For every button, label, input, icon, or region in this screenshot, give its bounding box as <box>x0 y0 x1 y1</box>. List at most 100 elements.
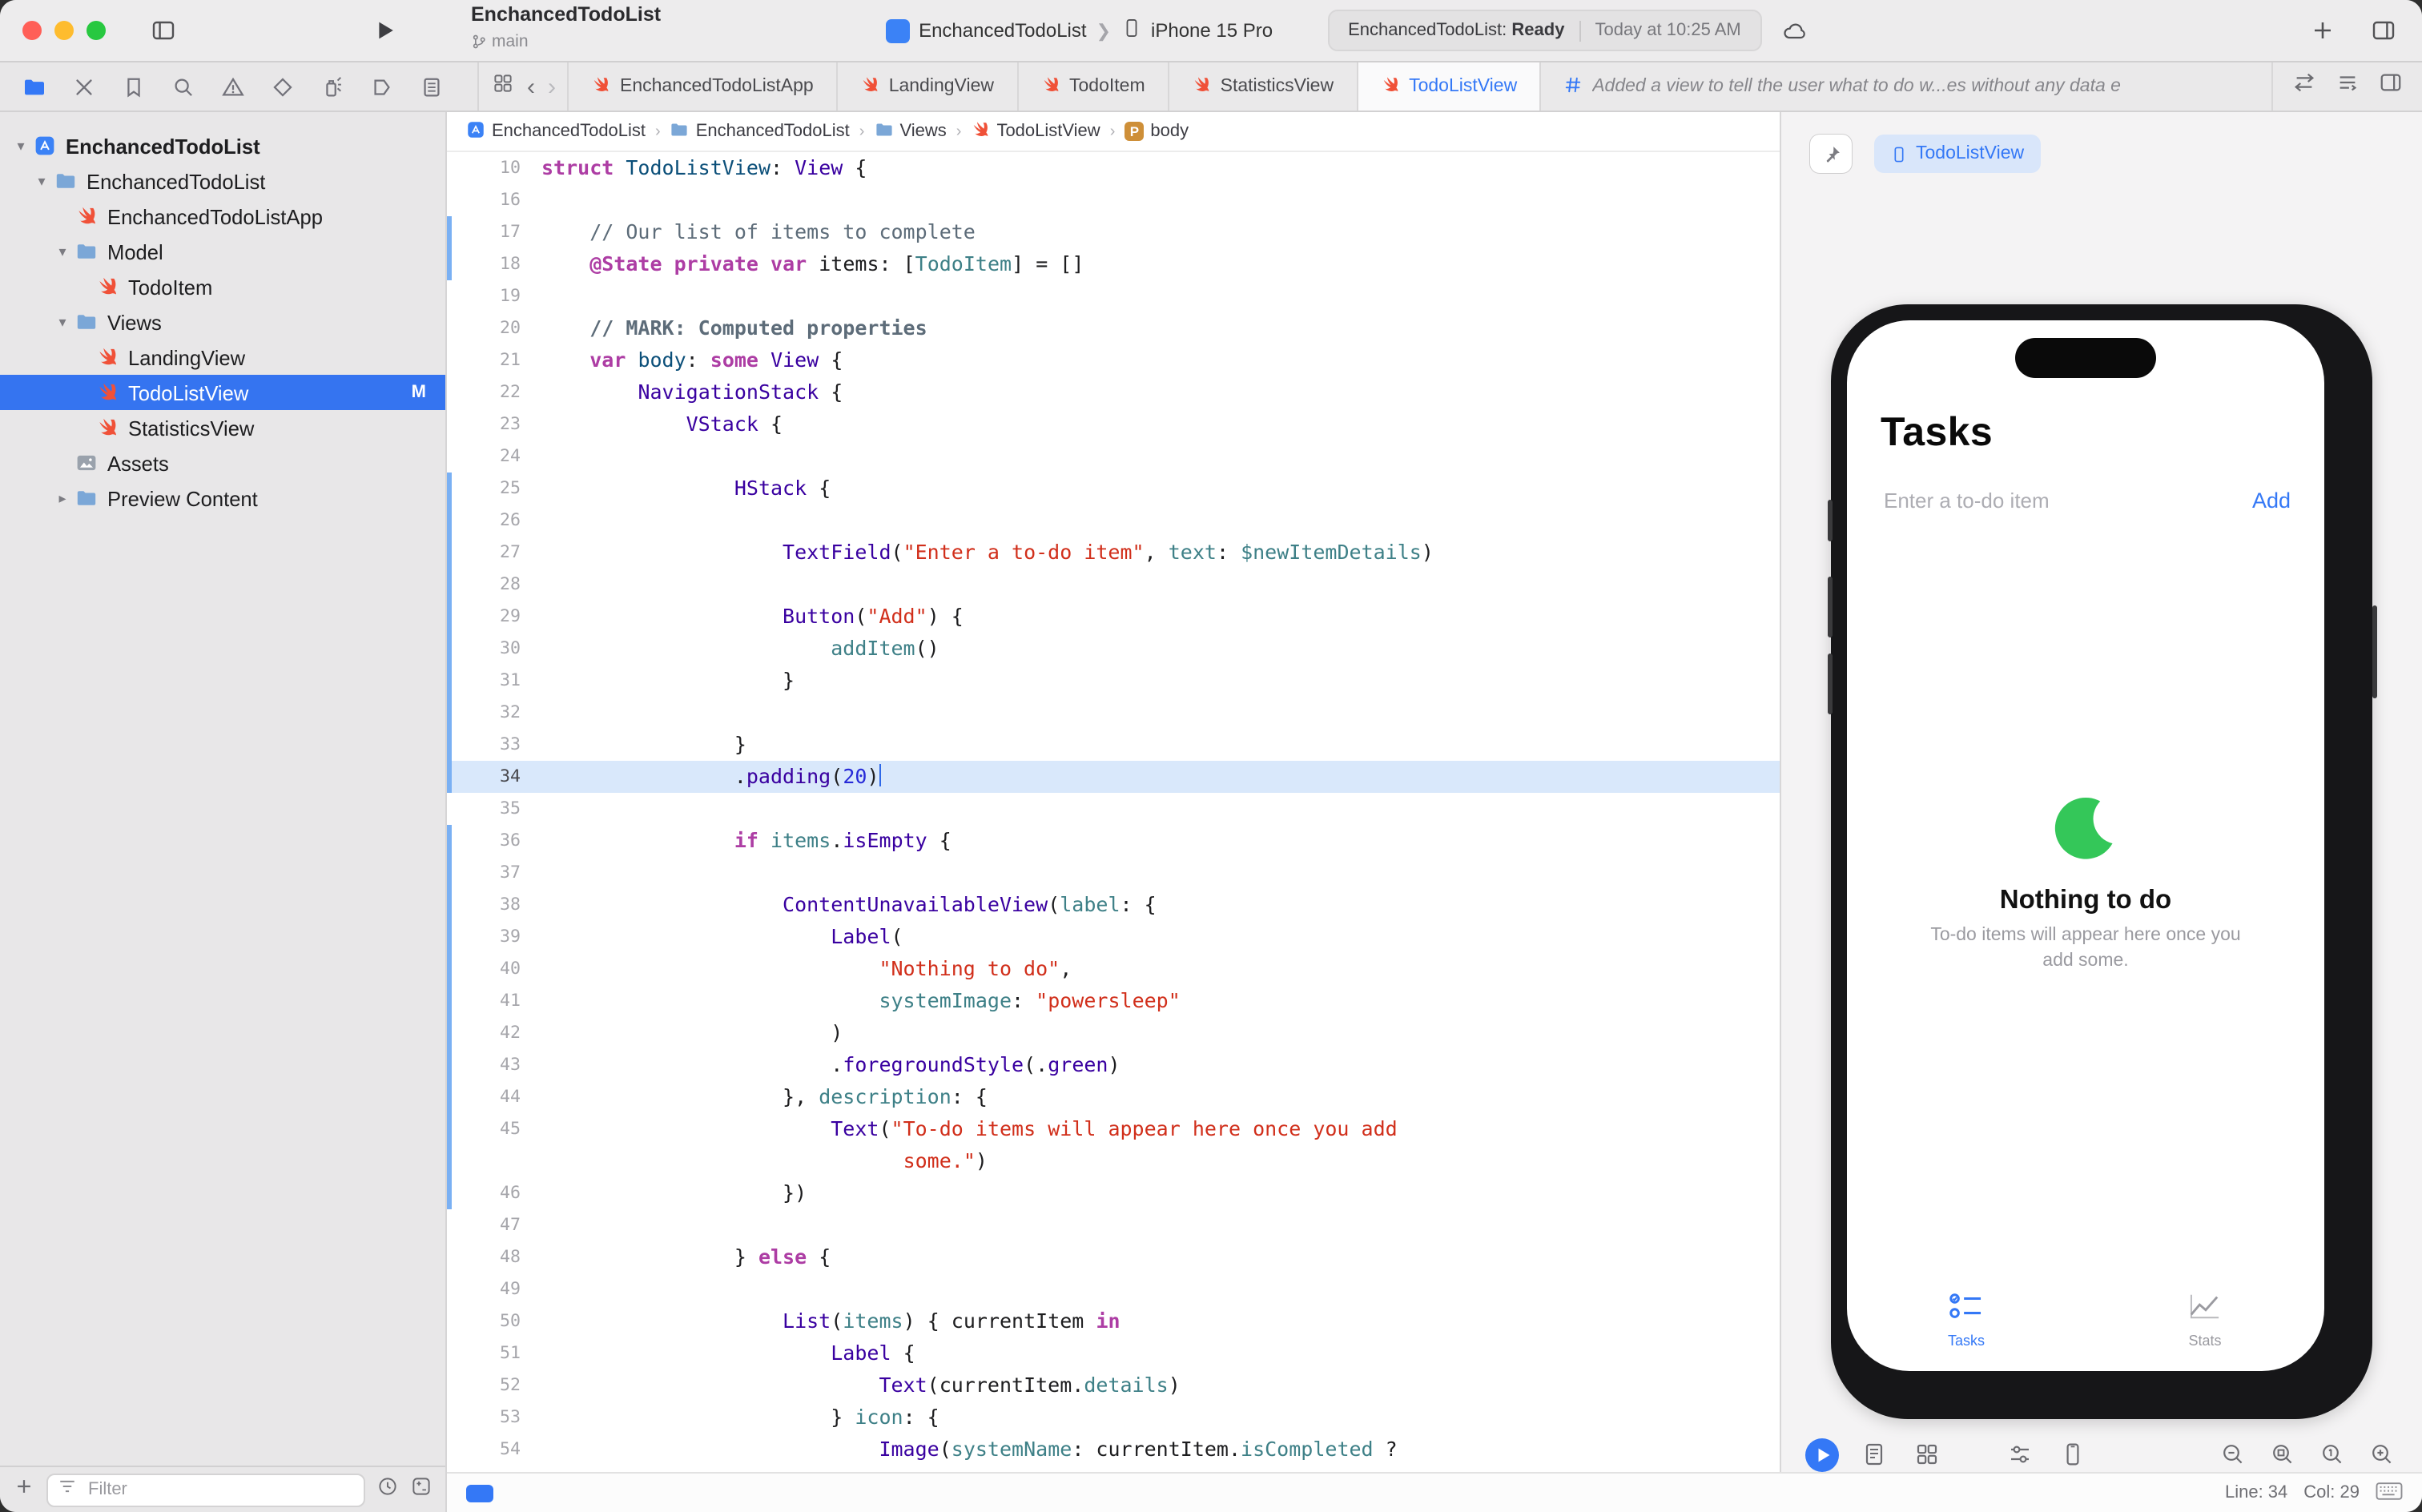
split-editor-icon[interactable] <box>2379 70 2403 103</box>
toggle-left-sidebar-button[interactable] <box>147 14 179 46</box>
code-line[interactable]: 34 .padding(20) <box>447 761 1780 793</box>
breadcrumb-item-enchancedtodolist[interactable]: EnchancedTodoList <box>670 119 850 143</box>
tab-statisticsview[interactable]: StatisticsView <box>1168 62 1358 111</box>
sidebar-item-enchancedtodolist[interactable]: ▾EnchancedTodoList <box>0 163 445 199</box>
related-items-icon[interactable] <box>492 71 514 102</box>
code-line[interactable]: 46 }) <box>447 1177 1780 1209</box>
navigator-reports-icon[interactable] <box>413 69 449 104</box>
zoom-out-button[interactable] <box>2215 1437 2251 1472</box>
code-line[interactable]: 50 List(items) { currentItem in <box>447 1305 1780 1337</box>
close-window-button[interactable] <box>22 21 42 40</box>
disclosure-open-icon[interactable]: ▾ <box>51 313 74 331</box>
code-line[interactable]: 35 <box>447 793 1780 825</box>
navigator-source-control-icon[interactable] <box>66 69 101 104</box>
code-line[interactable]: 49 <box>447 1273 1780 1305</box>
sidebar-item-enchancedtodolist[interactable]: ▾EnchancedTodoList <box>0 128 445 163</box>
code-line[interactable]: 31 } <box>447 665 1780 697</box>
zoom-in-button[interactable] <box>2364 1437 2400 1472</box>
todo-input[interactable] <box>1881 487 2252 514</box>
sidebar-item-assets[interactable]: Assets <box>0 445 445 481</box>
tab-added-a-view-to-tell-the-user-wh[interactable]: Added a view to tell the user what to do… <box>1539 62 2273 111</box>
preview-target-chip[interactable]: TodoListView <box>1874 135 2040 173</box>
code-line[interactable]: 30 addItem() <box>447 633 1780 665</box>
toggle-right-inspector-button[interactable] <box>2368 14 2400 46</box>
code-line[interactable]: 51 Label { <box>447 1337 1780 1369</box>
code-line[interactable]: 41 systemImage: "powersleep" <box>447 985 1780 1017</box>
disclosure-open-icon[interactable]: ▾ <box>30 172 53 190</box>
disclosure-closed-icon[interactable]: ▸ <box>51 489 74 507</box>
code-area[interactable]: 10struct TodoListView: View {1617 // Our… <box>447 152 1780 1472</box>
code-line[interactable]: 44 }, description: { <box>447 1081 1780 1113</box>
live-preview-button[interactable] <box>1804 1437 1839 1472</box>
editor-mode-indicator[interactable] <box>466 1484 493 1502</box>
code-line[interactable]: 52 Text(currentItem.details) <box>447 1369 1780 1401</box>
tab-landingview[interactable]: LandingView <box>836 62 1018 111</box>
filter-input[interactable] <box>85 1478 356 1501</box>
code-line[interactable]: 19 <box>447 280 1780 312</box>
editor-options-icon[interactable] <box>2336 70 2360 103</box>
filter-field[interactable] <box>46 1473 365 1506</box>
zoom-actual-size-button[interactable] <box>2315 1437 2350 1472</box>
scm-status-filter-icon[interactable] <box>410 1474 432 1505</box>
code-line[interactable]: 47 <box>447 1209 1780 1241</box>
scheme-selector[interactable]: EnchancedTodoList ❯ iPhone 15 Pro <box>885 18 1273 43</box>
selectable-preview-button[interactable] <box>1857 1437 1892 1472</box>
breadcrumb-item-enchancedtodolist[interactable]: EnchancedTodoList <box>466 119 646 143</box>
code-line[interactable]: 45 Text("To-do items will appear here on… <box>447 1113 1780 1145</box>
navigator-debug-icon[interactable] <box>314 69 349 104</box>
code-line[interactable]: 25 HStack { <box>447 472 1780 505</box>
add-file-button[interactable] <box>13 1474 35 1505</box>
sidebar-item-todoitem[interactable]: TodoItem <box>0 269 445 304</box>
add-todo-button[interactable]: Add <box>2252 489 2291 513</box>
code-line[interactable]: 36 if items.isEmpty { <box>447 825 1780 857</box>
sidebar-item-statisticsview[interactable]: StatisticsView <box>0 410 445 445</box>
activity-status[interactable]: EnchancedTodoList: Ready Today at 10:25 … <box>1327 10 1762 51</box>
code-line[interactable]: 18 @State private var items: [TodoItem] … <box>447 248 1780 280</box>
tab-tasks[interactable]: Tasks <box>1847 1291 2086 1349</box>
code-line[interactable]: 43 .foregroundStyle(.green) <box>447 1049 1780 1081</box>
code-line[interactable]: 23 VStack { <box>447 408 1780 440</box>
code-line[interactable]: 24 <box>447 440 1780 472</box>
sidebar-item-model[interactable]: ▾Model <box>0 234 445 269</box>
code-line[interactable]: 38 ContentUnavailableView(label: { <box>447 889 1780 921</box>
code-line[interactable]: 53 } icon: { <box>447 1401 1780 1434</box>
tab-todolistview[interactable]: TodoListView <box>1356 62 1541 111</box>
zoom-to-fit-button[interactable] <box>2265 1437 2300 1472</box>
breadcrumb-item-views[interactable]: Views <box>874 119 946 143</box>
pin-preview-button[interactable] <box>1810 135 1852 173</box>
code-line[interactable]: 16 <box>447 184 1780 216</box>
sidebar-item-views[interactable]: ▾Views <box>0 304 445 340</box>
sidebar-item-enchancedtodolistapp[interactable]: EnchancedTodoListApp <box>0 199 445 234</box>
sidebar-item-preview-content[interactable]: ▸Preview Content <box>0 481 445 516</box>
code-line[interactable]: some.") <box>447 1145 1780 1177</box>
code-line[interactable]: 26 <box>447 505 1780 537</box>
new-tab-button[interactable] <box>2307 14 2339 46</box>
code-line[interactable]: 33 } <box>447 729 1780 761</box>
code-review-icon[interactable] <box>2292 70 2316 103</box>
keyboard-icon[interactable] <box>2376 1481 2403 1505</box>
code-line[interactable]: 21 var body: some View { <box>447 344 1780 376</box>
zoom-window-button[interactable] <box>86 21 106 40</box>
minimize-window-button[interactable] <box>54 21 74 40</box>
run-button[interactable] <box>368 14 400 46</box>
code-line[interactable]: 17 // Our list of items to complete <box>447 216 1780 248</box>
code-line[interactable]: 54 Image(systemName: currentItem.isCompl… <box>447 1434 1780 1466</box>
sidebar-item-todolistview[interactable]: TodoListViewM <box>0 375 445 410</box>
code-line[interactable]: 20 // MARK: Computed properties <box>447 312 1780 344</box>
tab-enchancedtodolistapp[interactable]: EnchancedTodoListApp <box>567 62 838 111</box>
code-line[interactable]: 48 } else { <box>447 1241 1780 1273</box>
code-line[interactable]: 32 <box>447 697 1780 729</box>
device-settings-button[interactable] <box>2002 1437 2038 1472</box>
navigator-tests-icon[interactable] <box>264 69 300 104</box>
disclosure-open-icon[interactable]: ▾ <box>10 137 32 155</box>
code-line[interactable]: 10struct TodoListView: View { <box>447 152 1780 184</box>
code-line[interactable]: 27 TextField("Enter a to-do item", text:… <box>447 537 1780 569</box>
navigate-back-button[interactable]: ‹ <box>527 74 535 99</box>
code-line[interactable]: 29 Button("Add") { <box>447 601 1780 633</box>
code-line[interactable]: 42 ) <box>447 1017 1780 1049</box>
breadcrumb-item-todolistview[interactable]: TodoListView <box>971 119 1100 143</box>
breadcrumb-item-body[interactable]: Pbody <box>1124 122 1189 141</box>
navigator-find-icon[interactable] <box>165 69 200 104</box>
navigator-breakpoints-icon[interactable] <box>364 69 399 104</box>
navigator-bookmarks-icon[interactable] <box>115 69 151 104</box>
